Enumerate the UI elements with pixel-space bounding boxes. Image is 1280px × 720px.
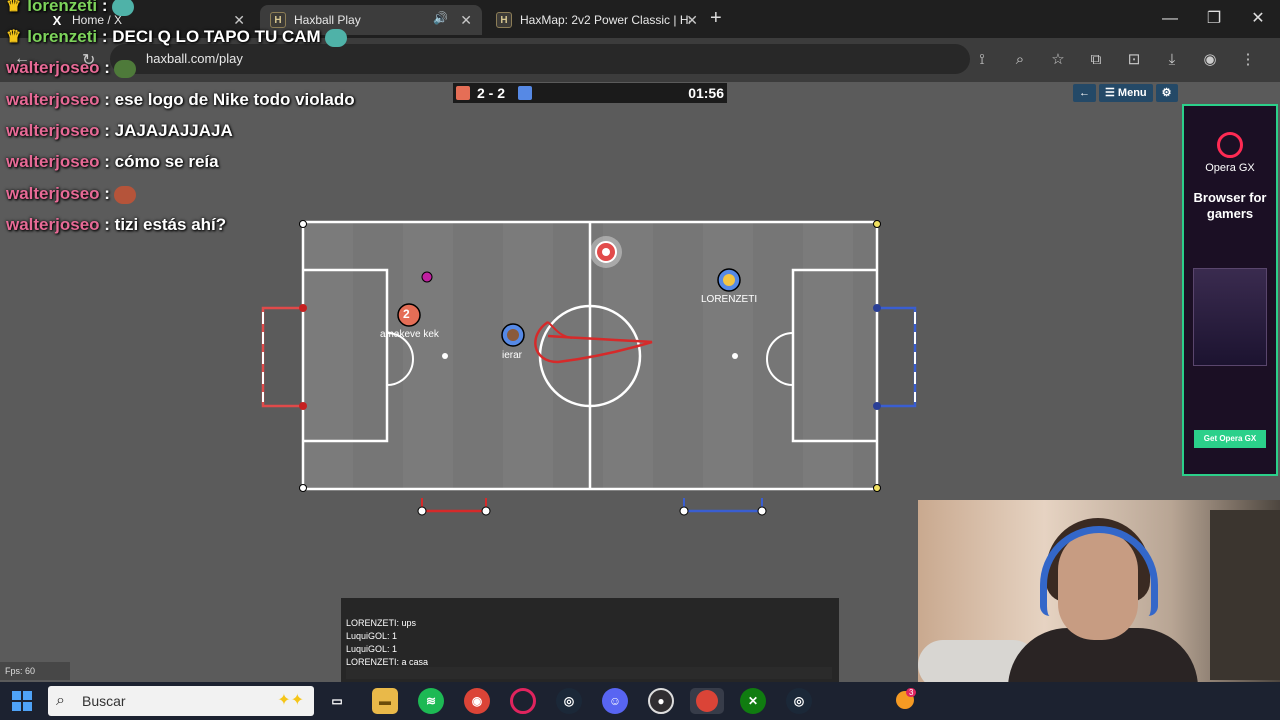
chat-username: walterjoseo [6, 152, 100, 171]
spotify-icon[interactable]: ≋ [418, 688, 444, 714]
task-view-icon[interactable]: ▭ [324, 688, 350, 714]
tab-title: Haxball Play [294, 13, 361, 27]
new-tab-button[interactable]: + [710, 7, 722, 30]
close-icon[interactable]: ✕ [460, 12, 472, 29]
menu-button[interactable]: ☰ Menu [1099, 84, 1153, 102]
taskbar-search[interactable]: ⌕ Buscar ✦✦ [48, 686, 314, 716]
discord-icon[interactable]: ☺ [602, 688, 628, 714]
arrow-left-icon[interactable]: ← [1073, 84, 1096, 102]
chat-username: walterjoseo [6, 184, 100, 203]
haxball-icon: H [270, 12, 286, 28]
chat-username: walterjoseo [6, 215, 100, 234]
chat-message: ese logo de Nike todo violado [109, 90, 355, 109]
game-chat-line: LORENZETI: a casa [346, 657, 429, 667]
chat-message: DECI Q LO TAPO TU CAM [107, 27, 321, 46]
chat-username: walterjoseo [6, 121, 100, 140]
windows-taskbar: ⌕ Buscar ✦✦ ▭ ▬ ≋ ◉ ◎ ☺ ● ✕ ◎ 3 [0, 682, 1280, 720]
fps-counter: Fps: 60 [0, 662, 70, 680]
chrome-icon[interactable] [690, 688, 724, 714]
profile-avatar[interactable]: ◉ [1198, 48, 1222, 72]
chrome-icon[interactable]: ◉ [464, 688, 490, 714]
opera-logo-icon [1217, 132, 1243, 158]
scoreboard: 2 - 2 01:56 [453, 83, 727, 103]
emote-image [113, 59, 136, 78]
close-icon[interactable]: ✕ [686, 12, 698, 29]
game-chat-line: LORENZETI: ups [346, 618, 417, 628]
xbox-icon[interactable]: ✕ [740, 688, 766, 714]
tab-haxmap[interactable]: H HaxMap: 2v2 Power Classic | Ha ✕ [486, 5, 708, 35]
steam-icon[interactable]: ◎ [556, 688, 582, 714]
download-icon[interactable]: ⤓ [1160, 48, 1184, 72]
maximize-icon[interactable]: ❐ [1192, 0, 1236, 38]
close-window-icon[interactable]: ✕ [1236, 0, 1280, 38]
gear-icon[interactable]: ⚙ [1155, 84, 1178, 102]
player-avatar-number: 2 [403, 307, 410, 321]
search-label: Buscar [82, 693, 126, 709]
translate-icon[interactable]: ⟟ [970, 48, 994, 72]
toolbar-icons: ⟟ ⌕ ☆ ⧉ ⊡ ⤓ ◉ ⋮ [970, 48, 1260, 72]
player-name-label: LORENZETI [701, 294, 758, 305]
stream-chat-line: walterjoseo : [6, 184, 136, 204]
steam-icon[interactable]: ◎ [786, 688, 812, 714]
game-chat-input[interactable] [346, 667, 832, 679]
emote-image [111, 0, 134, 16]
minimize-icon[interactable]: — [1148, 0, 1192, 38]
game-menu-bar: ← ☰ Menu ⚙ [1073, 84, 1178, 102]
stream-chat-line: walterjoseo : cómo se reía [6, 152, 219, 171]
ad-cta-button[interactable]: Get Opera GX [1194, 430, 1266, 448]
stream-chat-line: walterjoseo : [6, 58, 136, 78]
match-timer: 01:56 [688, 85, 724, 101]
webcam-overlay [918, 500, 1280, 686]
stream-chat-line: ♛ lorenzeti : [6, 0, 134, 16]
speaker-icon[interactable]: 🔊 [433, 11, 448, 25]
crown-icon: ♛ [6, 27, 22, 46]
chat-message: cómo se reía [109, 152, 219, 171]
player-name-label: amakeve kek [380, 329, 439, 340]
emote-image [324, 28, 347, 47]
crown-icon: ♛ [6, 0, 22, 15]
chat-username: lorenzeti [27, 27, 98, 46]
zoom-icon[interactable]: ⌕ [1008, 48, 1032, 72]
chat-username: walterjoseo [6, 58, 100, 77]
player-name-label: ierar [502, 350, 523, 361]
red-team-swatch [456, 86, 470, 100]
file-explorer-icon[interactable]: ▬ [372, 688, 398, 714]
stream-chat-line: walterjoseo : JAJAJAJJAJA [6, 121, 233, 140]
stream-chat-line: walterjoseo : ese logo de Nike todo viol… [6, 90, 355, 109]
ad-tagline: Browser for gamers [1193, 190, 1267, 221]
obs-icon[interactable]: ● [648, 688, 674, 714]
game-chat-panel: LORENZETI: ups LuquiGOL: 1 LuquiGOL: 1 L… [341, 598, 839, 682]
chat-message: JAJAJAJJAJA [109, 121, 233, 140]
ad-screenshot-image [1193, 268, 1267, 366]
cam-background-shelf [1210, 510, 1280, 680]
notification-badge[interactable]: 3 [896, 685, 917, 709]
tab-title: HaxMap: 2v2 Power Classic | Ha [520, 13, 690, 27]
haxball-icon: H [496, 12, 512, 28]
window-controls: — ❐ ✕ [1148, 0, 1280, 38]
game-chat-line: LuquiGOL: 1 [346, 644, 398, 654]
search-icon: ⌕ [56, 692, 65, 709]
stream-chat-line: walterjoseo : tizi estás ahí? [6, 215, 227, 234]
windows-start-icon[interactable] [12, 691, 32, 711]
chat-message: tizi estás ahí? [109, 215, 227, 234]
extensions-icon[interactable]: ⧉ [1084, 48, 1108, 72]
bookmark-star-icon[interactable]: ☆ [1046, 48, 1070, 72]
chat-username: lorenzeti [27, 0, 98, 15]
url-text: haxball.com/play [146, 51, 243, 66]
screen-capture-icon[interactable]: ⊡ [1122, 48, 1146, 72]
opera-gx-icon[interactable] [510, 688, 536, 714]
sparkle-icon: ✦✦ [277, 692, 304, 709]
game-chat-line: LuquiGOL: 1 [346, 631, 398, 641]
chat-username: walterjoseo [6, 90, 100, 109]
opera-gx-ad[interactable]: Opera GX Browser for gamers Get Opera GX [1182, 104, 1278, 476]
emote-image [113, 185, 136, 204]
stream-chat-line: ♛ lorenzeti : DECI Q LO TAPO TU CAM [6, 27, 347, 47]
kebab-menu-icon[interactable]: ⋮ [1236, 48, 1260, 72]
score-value: 2 - 2 [477, 85, 506, 101]
blue-team-swatch [518, 86, 532, 100]
ad-brand: Opera GX [1205, 162, 1255, 174]
url-bar[interactable]: haxball.com/play [110, 44, 970, 74]
